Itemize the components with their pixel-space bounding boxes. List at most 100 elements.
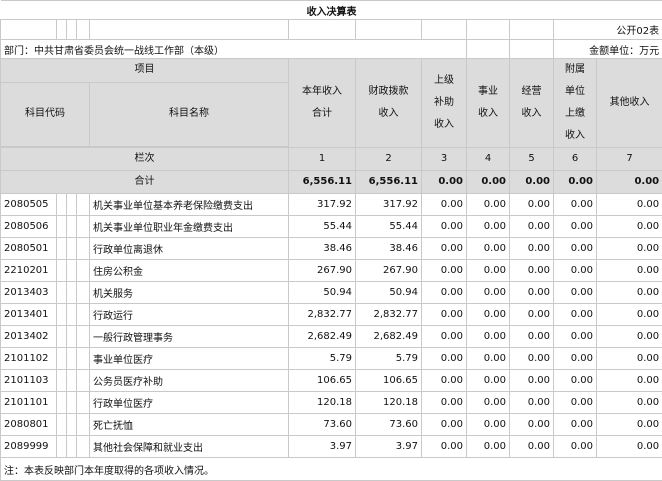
form-code: 公开02表 <box>554 20 662 40</box>
row-value: 106.65 <box>289 370 356 392</box>
row-value: 0.00 <box>510 194 554 216</box>
row-value: 0.00 <box>422 392 467 414</box>
row-value: 0.00 <box>422 304 467 326</box>
row-value: 0.00 <box>510 304 554 326</box>
row-code: 2080801 <box>1 414 57 436</box>
row-value: 0.00 <box>510 436 554 458</box>
row-value: 0.00 <box>554 304 597 326</box>
row-value: 2,832.77 <box>356 304 422 326</box>
table-row: 2013402一般行政管理事务2,682.492,682.490.000.000… <box>1 326 662 348</box>
header-col3: 上级补助收入 <box>422 59 467 148</box>
table-row: 2013401行政运行2,832.772,832.770.000.000.000… <box>1 304 662 326</box>
row-value: 0.00 <box>422 348 467 370</box>
header-project: 项目 <box>1 59 289 83</box>
row-value: 3.97 <box>356 436 422 458</box>
row-value: 0.00 <box>510 238 554 260</box>
row-value: 0.00 <box>597 392 662 414</box>
row-value: 0.00 <box>467 194 510 216</box>
row-value: 0.00 <box>554 348 597 370</box>
row-value: 50.94 <box>289 282 356 304</box>
row-code: 2013403 <box>1 282 57 304</box>
row-value: 0.00 <box>554 392 597 414</box>
row-value: 267.90 <box>356 260 422 282</box>
header-col4: 事业收入 <box>467 59 510 148</box>
row-value: 0.00 <box>422 238 467 260</box>
header-col2: 财政拨款收入 <box>356 59 422 148</box>
header-col5: 经营收入 <box>510 59 554 148</box>
total-value: 0.00 <box>422 171 467 194</box>
row-value: 317.92 <box>289 194 356 216</box>
total-value: 6,556.11 <box>289 171 356 194</box>
row-value: 0.00 <box>510 282 554 304</box>
row-value: 106.65 <box>356 370 422 392</box>
line-number: 5 <box>510 148 554 171</box>
row-value: 0.00 <box>422 194 467 216</box>
row-value: 0.00 <box>422 326 467 348</box>
line-number: 6 <box>554 148 597 171</box>
row-value: 0.00 <box>467 282 510 304</box>
table-row: 2101103公务员医疗补助106.65106.650.000.000.000.… <box>1 370 662 392</box>
row-value: 73.60 <box>356 414 422 436</box>
row-value: 73.60 <box>289 414 356 436</box>
row-value: 0.00 <box>422 370 467 392</box>
row-value: 0.00 <box>510 216 554 238</box>
row-value: 0.00 <box>597 238 662 260</box>
line-number: 2 <box>356 148 422 171</box>
row-value: 0.00 <box>554 370 597 392</box>
row-value: 55.44 <box>356 216 422 238</box>
table-row: 2080506机关事业单位职业年金缴费支出55.4455.440.000.000… <box>1 216 662 238</box>
table-row: 2013403机关服务50.9450.940.000.000.000.000.0… <box>1 282 662 304</box>
total-value: 0.00 <box>510 171 554 194</box>
row-value: 0.00 <box>422 216 467 238</box>
table-row: 2101101行政单位医疗120.18120.180.000.000.000.0… <box>1 392 662 414</box>
row-code: 2013401 <box>1 304 57 326</box>
header-col1: 本年收入合计 <box>289 59 356 148</box>
row-value: 2,682.49 <box>356 326 422 348</box>
row-code: 2210201 <box>1 260 57 282</box>
row-name: 其他社会保障和就业支出 <box>90 436 289 458</box>
header-col7: 其他收入 <box>597 59 662 148</box>
row-value: 267.90 <box>289 260 356 282</box>
header-code: 科目代码 <box>1 82 90 146</box>
row-value: 0.00 <box>597 436 662 458</box>
row-value: 0.00 <box>422 260 467 282</box>
row-value: 0.00 <box>554 238 597 260</box>
row-code: 2101101 <box>1 392 57 414</box>
header-col6: 附属单位上缴收入 <box>554 59 597 148</box>
row-name: 行政运行 <box>90 304 289 326</box>
table-title: 收入决算表 <box>1 1 662 20</box>
row-value: 120.18 <box>289 392 356 414</box>
table-row: 2101102事业单位医疗5.795.790.000.000.000.000.0… <box>1 348 662 370</box>
row-name: 行政单位离退休 <box>90 238 289 260</box>
total-value: 0.00 <box>467 171 510 194</box>
row-value: 0.00 <box>554 326 597 348</box>
row-value: 0.00 <box>597 414 662 436</box>
row-value: 0.00 <box>510 348 554 370</box>
income-statement-table: 收入决算表 公开02表 部门：中共甘肃省委员会统一战线工作部（本级） 金额单位：… <box>0 0 662 481</box>
row-value: 38.46 <box>356 238 422 260</box>
row-code: 2080505 <box>1 194 57 216</box>
table-row: 2080801死亡抚恤73.6073.600.000.000.000.000.0… <box>1 414 662 436</box>
header-name: 科目名称 <box>90 82 289 146</box>
row-name: 机关事业单位职业年金缴费支出 <box>90 216 289 238</box>
row-value: 0.00 <box>554 194 597 216</box>
row-value: 0.00 <box>467 392 510 414</box>
row-value: 0.00 <box>467 304 510 326</box>
row-value: 317.92 <box>356 194 422 216</box>
row-value: 0.00 <box>510 414 554 436</box>
row-value: 0.00 <box>422 282 467 304</box>
line-number: 4 <box>467 148 510 171</box>
row-value: 0.00 <box>597 282 662 304</box>
row-value: 2,682.49 <box>289 326 356 348</box>
row-value: 0.00 <box>554 414 597 436</box>
row-code: 2101102 <box>1 348 57 370</box>
line-number: 7 <box>597 148 662 171</box>
line-number: 3 <box>422 148 467 171</box>
footnote: 注：本表反映部门本年度取得的各项收入情况。 <box>1 458 662 481</box>
row-value: 0.00 <box>554 282 597 304</box>
row-value: 0.00 <box>467 370 510 392</box>
row-code: 2089999 <box>1 436 57 458</box>
row-name: 事业单位医疗 <box>90 348 289 370</box>
row-name: 机关事业单位基本养老保险缴费支出 <box>90 194 289 216</box>
row-code: 2013402 <box>1 326 57 348</box>
